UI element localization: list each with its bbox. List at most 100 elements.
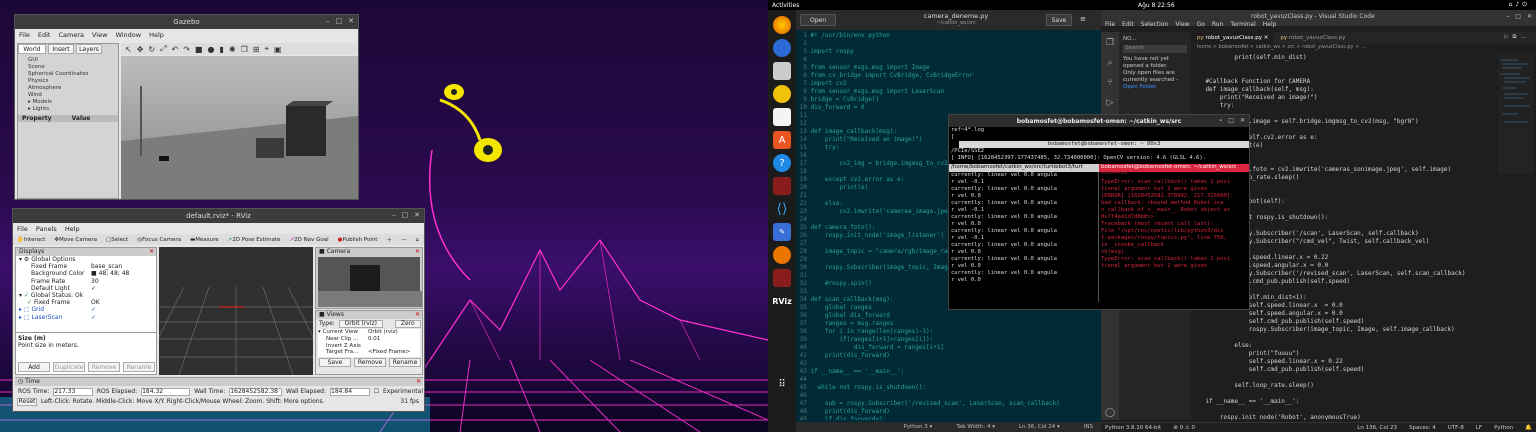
- minimize-icon[interactable]: –: [392, 211, 396, 219]
- tool-measure[interactable]: ▬Measure: [190, 237, 219, 243]
- help-icon[interactable]: ?: [773, 154, 791, 172]
- display-row-laserscan[interactable]: ▸ ⬚ LaserScan ✓: [19, 314, 156, 321]
- view-row[interactable]: Near Clip ... 0.01: [318, 336, 420, 343]
- apps-grid-icon[interactable]: ⠿: [773, 375, 791, 393]
- redo-icon[interactable]: ↷: [183, 45, 190, 54]
- language-mode[interactable]: Python: [1494, 425, 1513, 431]
- python-interpreter[interactable]: Python 3.8.10 64-bit: [1105, 425, 1161, 431]
- display-row[interactable]: ✓ Fixed Frame OK: [19, 299, 156, 306]
- files-icon[interactable]: [773, 62, 791, 80]
- explorer-icon[interactable]: ❐: [1106, 38, 1114, 48]
- maximize-icon[interactable]: □: [336, 17, 343, 25]
- text-editor-icon[interactable]: ✎: [773, 223, 791, 241]
- account-icon[interactable]: ◯: [1105, 408, 1115, 418]
- breadcrumb[interactable]: home > bobamosfet > catkin_ws > src > ro…: [1191, 44, 1536, 52]
- remove-view-button[interactable]: Remove: [354, 358, 386, 367]
- terminal2-icon[interactable]: [773, 269, 791, 287]
- undo-icon[interactable]: ↶: [172, 45, 179, 54]
- maximize-icon[interactable]: □: [402, 211, 409, 219]
- save-button[interactable]: Save: [1046, 14, 1072, 26]
- camera-type-icon[interactable]: ⌂: [415, 237, 419, 243]
- gazebo-menu-edit[interactable]: Edit: [38, 31, 51, 39]
- vscode-menu-item[interactable]: Terminal: [1230, 21, 1255, 28]
- source-control-icon[interactable]: ⑂: [1107, 78, 1112, 88]
- tree-item[interactable]: ▸ Models: [28, 99, 118, 106]
- thunderbird-icon[interactable]: [773, 39, 791, 57]
- box-icon[interactable]: ■: [195, 45, 203, 54]
- activities-button[interactable]: Activities: [772, 2, 799, 9]
- run-debug-icon[interactable]: ▷: [1107, 98, 1114, 108]
- search-input[interactable]: Search: [1123, 45, 1187, 53]
- clock[interactable]: Ağu 8 22:56: [1138, 2, 1175, 9]
- maximize-icon[interactable]: □: [1228, 117, 1234, 124]
- vscode-menu-item[interactable]: Help: [1263, 21, 1277, 28]
- vscode-icon[interactable]: ⟨⟩: [773, 200, 791, 218]
- display-row[interactable]: Fixed Frame base_scan: [19, 263, 156, 270]
- vscode-menu-item[interactable]: Edit: [1122, 21, 1134, 28]
- duplicate-display-button[interactable]: Duplicate: [53, 362, 85, 372]
- light-icon[interactable]: ✺: [229, 45, 236, 54]
- rhythmbox-icon[interactable]: [773, 85, 791, 103]
- select-icon[interactable]: ↖: [125, 45, 132, 54]
- tree-item[interactable]: Atmosphere: [28, 85, 118, 92]
- cylinder-icon[interactable]: ▮: [219, 45, 223, 54]
- zero-button[interactable]: Zero: [394, 319, 421, 328]
- save-view-button[interactable]: Save: [319, 358, 351, 367]
- close-panel-icon[interactable]: ✕: [416, 378, 421, 385]
- minimize-icon[interactable]: –: [1506, 13, 1509, 20]
- display-row[interactable]: Default Light ✓: [19, 285, 156, 292]
- tree-item[interactable]: Wind: [28, 92, 118, 99]
- cursor-position[interactable]: Ln 136, Col 23: [1357, 425, 1397, 431]
- rename-view-button[interactable]: Rename: [389, 358, 421, 367]
- tool-select[interactable]: ▢Select: [106, 237, 128, 243]
- tree-item[interactable]: GUI: [28, 57, 118, 64]
- terminal-tab-left[interactable]: /home/bobamosfet/catkin_ws/src/turtlebot…: [949, 164, 1099, 172]
- open-button[interactable]: Open: [800, 14, 836, 26]
- display-row-grid[interactable]: ▸ ⬚ Grid ✓: [19, 306, 156, 313]
- view-type-select[interactable]: Orbit (rviz): [338, 319, 383, 328]
- ros-time-field[interactable]: 217.33: [53, 387, 93, 396]
- tool-interact[interactable]: ✋Interact: [17, 237, 45, 243]
- remove-display-button[interactable]: Remove: [88, 362, 120, 372]
- minimize-icon[interactable]: –: [1219, 117, 1222, 124]
- close-panel-icon[interactable]: ✕: [149, 248, 154, 255]
- add-display-button[interactable]: Add: [18, 362, 50, 372]
- tree-item[interactable]: Scene: [28, 64, 118, 71]
- problems-count[interactable]: ⊗ 0 ⚠ 0: [1173, 425, 1195, 431]
- gazebo-menu-camera[interactable]: Camera: [58, 31, 84, 39]
- tool-move-camera[interactable]: ✥Move Camera: [54, 237, 97, 243]
- terminal-left-pane[interactable]: currently: linear vel 0.0 angula r vel -0…: [949, 172, 1099, 302]
- vscode-menu-item[interactable]: View: [1175, 21, 1189, 28]
- vscode-menu-item[interactable]: File: [1105, 21, 1115, 28]
- notifications-icon[interactable]: 🔔: [1525, 425, 1532, 431]
- rotate-icon[interactable]: ↻: [148, 45, 155, 54]
- close-panel-icon[interactable]: ✕: [415, 248, 420, 255]
- hamburger-menu-icon[interactable]: ≡: [1080, 15, 1086, 23]
- software-icon[interactable]: A: [773, 131, 791, 149]
- tool-nav-goal[interactable]: ➚2D Nav Goal: [290, 237, 329, 243]
- blender-icon[interactable]: [773, 246, 791, 264]
- add-tool-icon[interactable]: ＋: [386, 236, 392, 244]
- indentation[interactable]: Spaces: 4: [1409, 425, 1436, 431]
- scale-icon[interactable]: ⤢: [160, 44, 166, 54]
- copy-icon[interactable]: ❐: [241, 45, 248, 54]
- remove-tool-icon[interactable]: －: [401, 236, 407, 244]
- view-row[interactable]: ▾ Current View Orbit (rviz): [318, 329, 420, 336]
- experimental-checkbox[interactable]: ☐: [374, 388, 379, 395]
- terminal-right-pane[interactable]: ^^^^^^^^ TypeError: scan_callback() takes…: [1099, 172, 1249, 302]
- close-icon[interactable]: ✕: [1527, 13, 1532, 20]
- close-panel-icon[interactable]: ✕: [415, 311, 420, 318]
- open-folder-link[interactable]: Open Folder: [1123, 84, 1187, 90]
- minimap[interactable]: [1498, 54, 1534, 174]
- editor-tab[interactable]: py robot_yavuzClass.py: [1274, 32, 1351, 44]
- tab-layers[interactable]: Layers: [76, 44, 102, 54]
- tree-item[interactable]: Spherical Coordinates: [28, 71, 118, 78]
- display-row[interactable]: ▾ ⚙ Global Options: [19, 256, 156, 263]
- view-row[interactable]: Invert Z Axis: [318, 343, 420, 350]
- snap-icon[interactable]: ⌖: [264, 44, 269, 54]
- sphere-icon[interactable]: ●: [207, 45, 214, 54]
- display-row[interactable]: Frame Rate 30: [19, 278, 156, 285]
- search-icon[interactable]: ⌕: [1107, 58, 1112, 68]
- terminal-tab-right[interactable]: bobamosfet@bobamosfet-omen: ~/catkin_ws/…: [1099, 164, 1249, 172]
- tree-item[interactable]: ▸ Lights: [28, 106, 118, 113]
